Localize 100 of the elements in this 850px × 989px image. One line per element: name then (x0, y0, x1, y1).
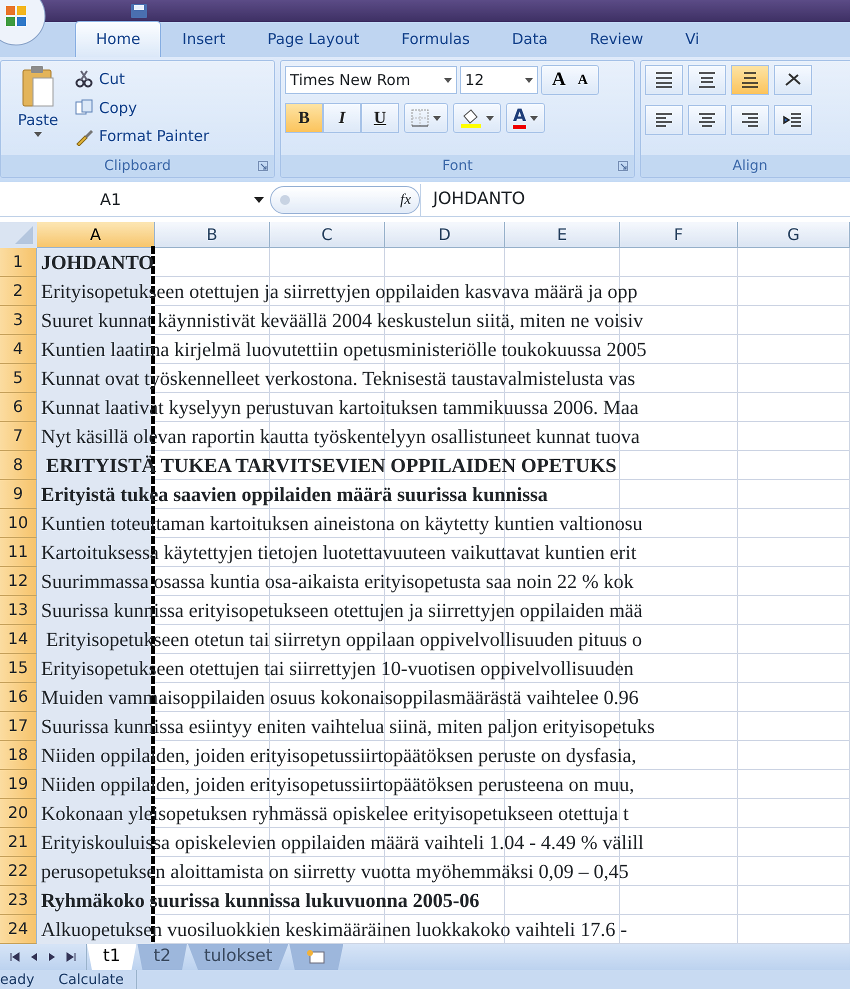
row-header[interactable]: 8 (0, 451, 37, 480)
row-header[interactable]: 14 (0, 625, 37, 654)
caret-icon (254, 197, 264, 203)
cell-text: Kuntien toteuttaman kartoituksen aineistona on käytetty kuntien valtionosu (40, 512, 643, 536)
paintbrush-icon (75, 128, 93, 146)
cell-text: ERITYISTÄ TUKEA TARVITSEVIEN OPPILAIDEN OPETUKS (45, 454, 617, 478)
sheet-tab[interactable]: t2 (137, 944, 187, 970)
column-header[interactable]: A (37, 222, 155, 248)
column-header[interactable]: B (155, 222, 270, 248)
row-header[interactable]: 17 (0, 712, 37, 741)
row-header[interactable]: 12 (0, 567, 37, 596)
ribbon-tab[interactable]: Page Layout (246, 20, 380, 57)
last-sheet-icon[interactable] (66, 952, 76, 962)
caret-icon (34, 132, 42, 136)
column-header[interactable]: F (620, 222, 738, 248)
row-header[interactable]: 20 (0, 799, 37, 828)
column-header[interactable]: E (505, 222, 620, 248)
row-header[interactable]: 23 (0, 886, 37, 915)
fill-color-button[interactable] (453, 103, 501, 133)
row-header[interactable]: 13 (0, 596, 37, 625)
align-middle-button[interactable] (688, 65, 726, 95)
row-header[interactable]: 7 (0, 422, 37, 451)
dialog-launcher-icon[interactable] (618, 161, 628, 171)
row-header[interactable]: 10 (0, 509, 37, 538)
scissors-icon (75, 70, 93, 88)
sheet-tab[interactable]: tulokset (188, 944, 288, 970)
align-top-icon (654, 70, 674, 90)
ribbon-tab[interactable]: Formulas (380, 20, 491, 57)
name-box[interactable]: A1 (0, 188, 270, 212)
ribbon-tab[interactable]: Vi (664, 20, 720, 57)
row-header[interactable]: 16 (0, 683, 37, 712)
row-header[interactable]: 22 (0, 857, 37, 886)
cell-text: Kuntien laatima kirjelmä luovutettiin opetusministeriölle toukokuussa 2005 (40, 338, 646, 362)
first-sheet-icon[interactable] (10, 952, 20, 962)
align-middle-icon (697, 70, 717, 90)
row-header[interactable]: 19 (0, 770, 37, 799)
row-header[interactable]: 21 (0, 828, 37, 857)
handle-icon[interactable] (279, 194, 291, 206)
caret-icon (433, 116, 441, 120)
bold-button[interactable]: B (285, 103, 323, 133)
column-header[interactable]: C (270, 222, 385, 248)
formula-field[interactable]: JOHDANTO (420, 184, 850, 216)
shrink-font-button[interactable]: A (574, 70, 592, 90)
save-icon[interactable] (130, 3, 148, 19)
cut-button[interactable]: Cut (71, 66, 214, 93)
sheet-tab[interactable]: t1 (87, 944, 136, 970)
insert-sheet-button[interactable] (289, 944, 344, 970)
font-name-field[interactable]: Times New Rom (285, 66, 457, 94)
caret-icon (530, 116, 538, 120)
row-header[interactable]: 15 (0, 654, 37, 683)
ribbon-tab[interactable]: Home (75, 20, 162, 57)
decrease-indent-button[interactable] (774, 105, 812, 135)
row-header[interactable]: 24 (0, 915, 37, 944)
row-header[interactable]: 1 (0, 248, 37, 277)
orientation-button[interactable] (774, 65, 812, 95)
row-header[interactable]: 2 (0, 277, 37, 306)
row-header[interactable]: 11 (0, 538, 37, 567)
row-header[interactable]: 6 (0, 393, 37, 422)
underline-button[interactable]: U (361, 103, 399, 133)
painter-button[interactable]: Format Painter (71, 123, 214, 150)
align-left-button[interactable] (645, 105, 683, 135)
row-header[interactable]: 5 (0, 364, 37, 393)
group-label: Font (442, 156, 473, 176)
group-label: Align (732, 156, 768, 176)
borders-button[interactable] (404, 103, 448, 133)
new-sheet-icon (305, 948, 328, 965)
column-header[interactable]: D (385, 222, 505, 248)
column-header[interactable]: G (738, 222, 850, 248)
status-text: Calculate (58, 970, 137, 989)
dialog-launcher-icon[interactable] (258, 161, 268, 171)
row-header[interactable]: 4 (0, 335, 37, 364)
next-sheet-icon[interactable] (48, 952, 56, 962)
font-color-button[interactable]: A (506, 103, 546, 133)
group-label: Clipboard (104, 156, 171, 176)
align-right-button[interactable] (731, 105, 769, 135)
paste-button[interactable]: Paste (5, 65, 71, 151)
cell-text: Erityiskouluissa opiskelevien oppilaiden määrä vaihteli 1.04 - 4.49 % välill (40, 830, 644, 854)
cell-text: Suurimmassa osassa kuntia osa-aikaista erityisopetusta saa noin 22 % kok (40, 570, 634, 594)
align-bottom-button[interactable] (731, 65, 769, 95)
align-bottom-icon (740, 70, 760, 90)
copy-button[interactable]: Copy (71, 94, 214, 122)
cell-text: JOHDANTO (40, 250, 154, 274)
cell-text: Kunnat ovat työskennelleet verkostona. Teknisestä taustavalmistelusta vas (40, 366, 636, 390)
italic-button[interactable]: I (323, 103, 361, 133)
previous-sheet-icon[interactable] (30, 952, 38, 962)
function-button[interactable]: fx (400, 188, 411, 212)
ribbon-tab[interactable]: Review (568, 20, 664, 57)
ribbon-tab[interactable]: Insert (161, 20, 246, 57)
align-center-button[interactable] (688, 105, 726, 135)
grow-font-button[interactable]: A (548, 66, 570, 94)
ribbon-tab[interactable]: Data (490, 20, 569, 57)
row-header[interactable]: 9 (0, 480, 37, 509)
copy-icon (75, 98, 93, 117)
caret-icon (444, 78, 452, 82)
align-top-button[interactable] (645, 65, 683, 95)
border-grid-icon (411, 109, 429, 127)
row-header[interactable]: 3 (0, 306, 37, 335)
row-header[interactable]: 18 (0, 741, 37, 770)
paint-bucket-icon (460, 108, 482, 128)
font-size-field[interactable]: 12 (460, 66, 538, 94)
